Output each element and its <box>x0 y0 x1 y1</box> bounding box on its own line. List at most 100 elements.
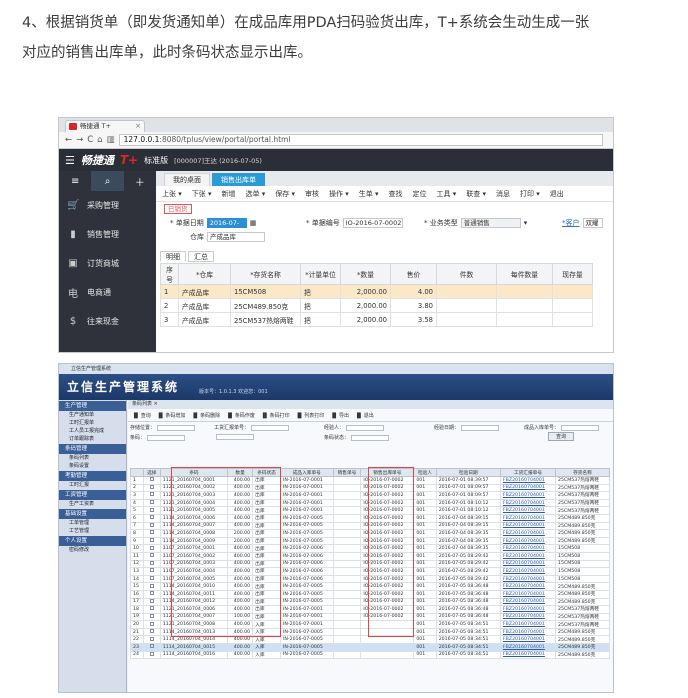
table-row[interactable]: 4 1121_20160704_0004 400.00 出库 IN-2016-07-00… <box>130 498 610 508</box>
tab-barcode-list[interactable]: 条码列表 × <box>128 400 613 409</box>
table-row[interactable]: 5 1121_20160704_0005 400.00 出库 IN-2016-07-00… <box>130 506 610 515</box>
forward-icon[interactable]: → <box>76 135 83 145</box>
browser-tab[interactable]: 畅捷通 T+ × <box>65 120 145 132</box>
customer-link[interactable]: *客户 <box>562 218 580 228</box>
table-row[interactable]: 13 1107_20160704_0004 400.00 出库 IN-2016-07-0… <box>130 567 610 576</box>
sidebar-item[interactable]: ▣ 订货商城 <box>59 249 156 278</box>
toolbar-button[interactable]: ▐▌条码打印 <box>261 412 290 419</box>
table-row[interactable]: 1 产成品库 15CM508 把 2,000.00 4.00 <box>160 284 593 299</box>
toolbar-button[interactable]: 退出 <box>550 189 564 199</box>
checkbox[interactable] <box>149 500 154 505</box>
sidebar-section[interactable]: 条码管理 <box>59 444 126 454</box>
sidebar-section[interactable]: 个人设置 <box>59 536 126 546</box>
table-row[interactable]: 1 1121_20160704_0001 400.00 出库 IN-2016-07-00… <box>130 476 610 485</box>
calendar-icon[interactable]: ▦ <box>250 219 257 227</box>
table-row[interactable]: 22 1114_20160704_0014 400.00 入库 IN-2016-07-0… <box>130 635 610 645</box>
checkbox[interactable] <box>149 492 154 497</box>
checkbox[interactable] <box>149 538 154 543</box>
reload-icon[interactable]: C <box>87 135 93 145</box>
no-input[interactable]: IO-2016-07-0002 <box>342 218 403 228</box>
table-row[interactable]: 3 1121_20160704_0003 400.00 出库 IN-2016-07-00… <box>130 491 610 500</box>
table-row[interactable]: 17 1114_20160704_0012 400.00 出库 IN-2016-07-0… <box>130 597 610 607</box>
table-row[interactable]: 14 1107_20160704_0005 400.00 出库 IN-2016-07-0… <box>130 574 610 584</box>
table-row[interactable]: 3 产成品库 25CM537热熔两鞋把 2,000.00 3.58 <box>160 312 593 327</box>
sub-tab[interactable]: 汇总 <box>188 251 214 262</box>
checkbox[interactable] <box>149 560 154 565</box>
toolbar-button[interactable]: 下张 ▾ <box>192 189 212 199</box>
table-row[interactable]: 12 1107_20160704_0003 400.00 出库 IN-2016-07-0… <box>130 559 610 569</box>
table-row[interactable]: 8 1114_20160704_0008 200.00 出库 IN-2016-07-00… <box>130 529 610 538</box>
checkbox[interactable] <box>149 591 154 596</box>
toolbar-button[interactable]: ▐▌条码增加 <box>157 412 186 419</box>
sidebar-section[interactable]: 工资管理 <box>59 490 126 500</box>
sidebar-item[interactable]: 电电商通 <box>59 278 156 307</box>
sidebar-item[interactable]: 工人员工报完成 <box>59 427 126 435</box>
checkbox[interactable] <box>149 515 154 520</box>
window-tab[interactable]: 我的桌面 <box>164 173 210 186</box>
table-row[interactable]: 2 产成品库 25CM489.850克把 2,000.00 3.80 <box>160 298 593 313</box>
search-icon[interactable]: ⌕ <box>91 171 124 191</box>
table-row[interactable]: 10 1107_20160704_0001 400.00 出库 IN-2016-07-0… <box>130 544 610 553</box>
checkbox[interactable] <box>149 522 154 527</box>
toolbar-button[interactable]: ▐▌条码作废 <box>226 412 255 419</box>
checkbox[interactable] <box>149 568 154 573</box>
toolbar-button[interactable]: 查找 <box>389 189 403 199</box>
table-row[interactable]: 18 1121_20160704_0006 400.00 出库 IN-2016-07-0… <box>130 605 610 614</box>
toolbar-button[interactable]: ▐▌条码删除 <box>191 412 220 419</box>
warehouse-input[interactable]: 产成品库 <box>207 232 265 242</box>
sidebar-item[interactable]: 条码列表 <box>59 454 126 462</box>
home-icon[interactable]: ⌂ <box>97 135 102 145</box>
filter-input[interactable] <box>216 434 254 440</box>
filter-input[interactable] <box>251 424 290 431</box>
table-row[interactable]: 16 1114_20160704_0011 400.00 出库 IN-2016-07-0… <box>130 589 610 599</box>
search-button[interactable]: 查询 <box>548 432 574 441</box>
toolbar-button[interactable]: 选单 ▾ <box>246 189 266 199</box>
table-row[interactable]: 21 1114_20160704_0013 400.00 入库 IN-2016-07-0… <box>130 627 610 637</box>
table-row[interactable]: 7 1114_20160704_0007 400.00 出库 IN-2016-07-00… <box>130 521 610 531</box>
sidebar-item[interactable]: 工时汇报单 <box>59 419 126 427</box>
table-row[interactable]: 9 1114_20160704_0009 200.00 出库 IN-2016-07-00… <box>130 536 610 546</box>
sidebar-item[interactable]: 🛒 采购管理 <box>59 191 156 220</box>
checkbox[interactable] <box>149 636 154 641</box>
toolbar-button[interactable]: 审核 <box>305 189 319 199</box>
sidebar-item[interactable]: 工单管理 <box>59 519 126 527</box>
checkbox[interactable] <box>149 484 154 489</box>
table-row[interactable]: 19 1121_20160704_0007 100.00 出库 IN-2016-07-0… <box>130 612 610 622</box>
url-input[interactable]: 127.0.0.1:8080/tplus/view/portal/portal.… <box>118 134 603 146</box>
table-row[interactable]: 6 1114_20160704_0006 400.00 出库 IN-2016-07-00… <box>130 513 610 523</box>
date-input[interactable]: 2016-07-05 <box>206 218 247 236</box>
toolbar-button[interactable]: 定位 <box>413 189 427 199</box>
plus-icon[interactable]: ＋ <box>124 171 156 191</box>
toolbar-button[interactable]: ▐▌退出 <box>355 412 374 419</box>
sidebar-item[interactable]: 生产工资表 <box>59 500 126 508</box>
sidebar-item[interactable]: ▮ 销售管理 <box>59 220 156 249</box>
chevron-down-icon[interactable]: ▾ <box>524 219 528 227</box>
checkbox[interactable] <box>149 545 154 550</box>
table-row[interactable]: 20 1121_20160704_0008 400.00 入库 IN-2016-07-0… <box>130 620 610 629</box>
sidebar-item[interactable]: $ 往来现金 <box>59 307 156 336</box>
table-row[interactable]: 24 1114_20160704_0016 400.00 入库 IN-2016-07-0… <box>130 650 610 660</box>
sidebar-item[interactable]: 生产通知单 <box>59 411 126 419</box>
checkbox[interactable] <box>149 583 154 588</box>
toolbar-button[interactable]: 保存 ▾ <box>275 189 295 199</box>
table-row[interactable]: 15 1114_20160704_0010 400.00 出库 IN-2016-07-0… <box>130 582 610 591</box>
toolbar-button[interactable]: 打印 ▾ <box>520 189 540 199</box>
close-icon[interactable]: × <box>135 121 141 132</box>
toolbar-button[interactable]: 消息 <box>496 189 510 199</box>
toolbar-button[interactable]: 操作 ▾ <box>329 189 349 199</box>
sidebar-item[interactable]: 工艺管理 <box>59 527 126 535</box>
checkbox[interactable] <box>149 598 154 603</box>
sidebar-section[interactable]: 生产管理 <box>59 401 126 411</box>
sidebar-item[interactable]: 工时汇报 <box>59 481 126 489</box>
checkbox[interactable] <box>149 576 154 581</box>
toolbar-button[interactable]: 联查 ▾ <box>466 189 486 199</box>
table-row[interactable]: 2 1121_20160704_0002 400.00 出库 IN-2016-07-00… <box>130 483 610 493</box>
toolbar-button[interactable]: ▐▌列表打印 <box>296 412 325 419</box>
filter-input[interactable] <box>346 424 385 431</box>
menu-icon[interactable]: ☰ <box>65 154 75 167</box>
back-icon[interactable]: ← <box>65 135 72 145</box>
window-tab[interactable]: 销售出库单 <box>212 173 265 186</box>
sidebar-item[interactable]: 订单跟踪表 <box>59 435 126 443</box>
checkbox[interactable] <box>149 477 154 482</box>
sub-tab[interactable]: 明细 <box>160 251 186 262</box>
